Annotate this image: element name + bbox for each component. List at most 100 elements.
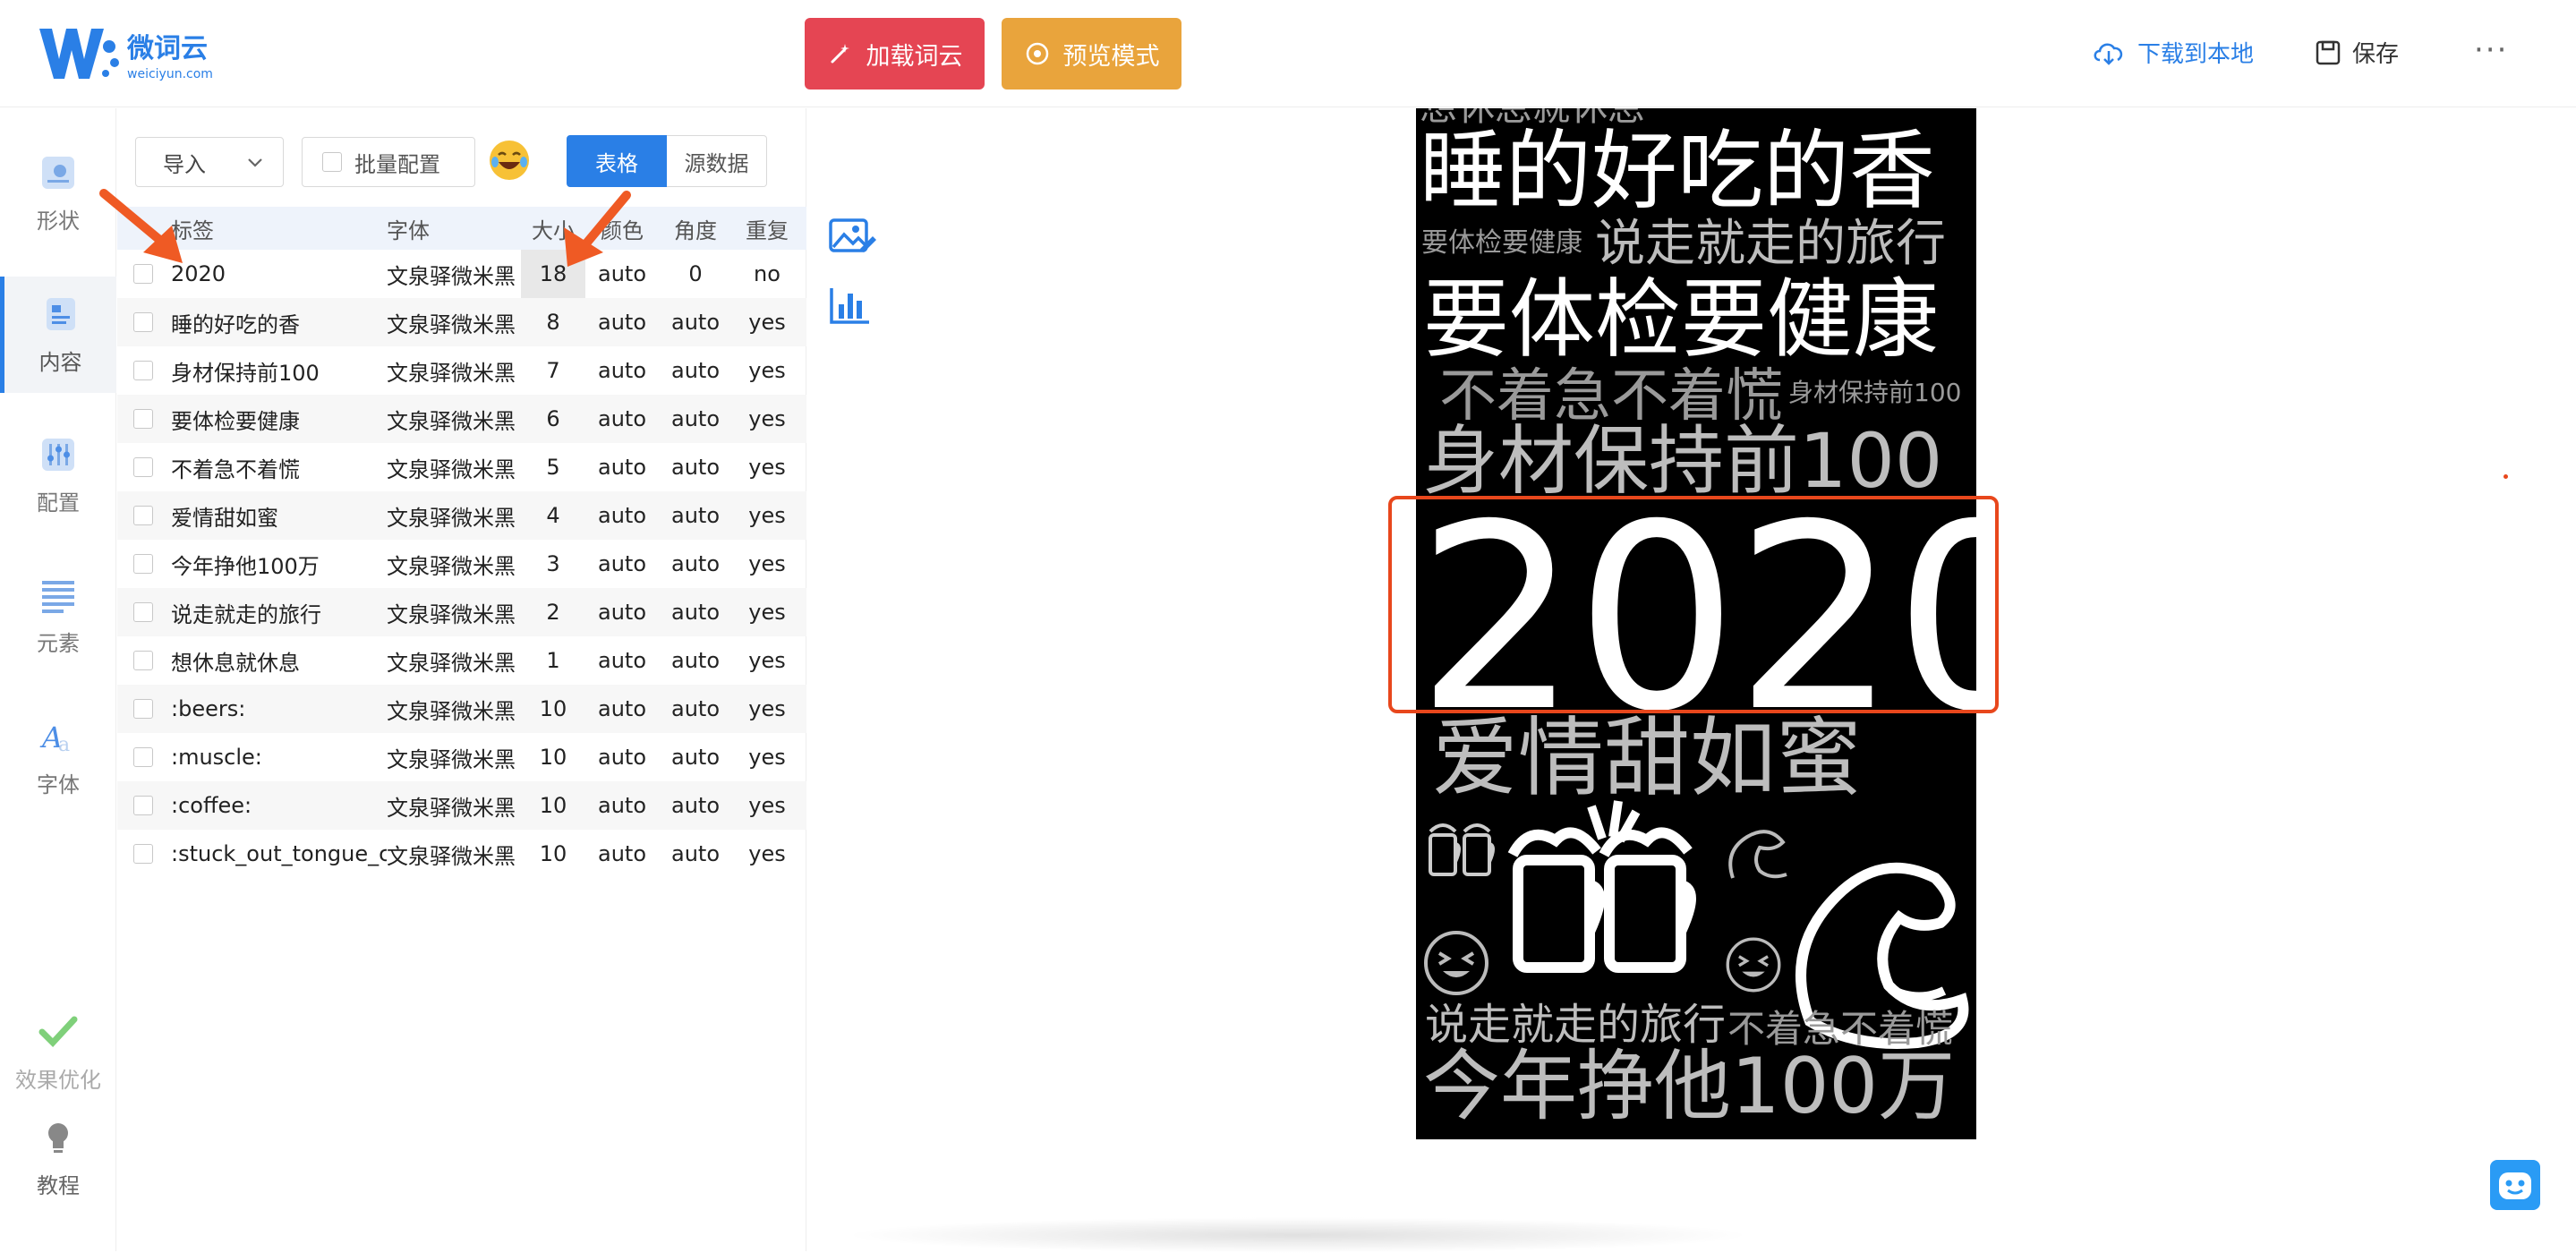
tab-source-data[interactable]: 源数据 xyxy=(667,135,767,187)
cell-size[interactable]: 8 xyxy=(521,298,585,346)
cell-angle[interactable]: auto xyxy=(659,503,732,528)
cell-size[interactable]: 1 xyxy=(521,636,585,685)
tears-of-joy-emoji-icon[interactable] xyxy=(490,141,529,180)
column-header-label[interactable]: 标签 xyxy=(169,213,387,244)
cell-font[interactable]: 文泉驿微米黑 xyxy=(387,790,521,822)
cell-color[interactable]: auto xyxy=(585,406,659,431)
cell-color[interactable]: auto xyxy=(585,793,659,818)
cell-angle[interactable]: auto xyxy=(659,406,732,431)
checkbox[interactable] xyxy=(133,409,153,429)
cell-angle[interactable]: auto xyxy=(659,745,732,770)
row-checkbox[interactable] xyxy=(117,747,169,767)
table-row[interactable]: :stuck_out_tongue_closed_eyes:文泉驿微米黑10au… xyxy=(117,830,806,878)
checkbox[interactable] xyxy=(133,747,153,767)
cell-angle[interactable]: auto xyxy=(659,551,732,576)
cell-label[interactable]: 身材保持前100 xyxy=(169,355,387,387)
row-checkbox[interactable] xyxy=(117,506,169,525)
cell-font[interactable]: 文泉驿微米黑 xyxy=(387,742,521,773)
cell-repeat[interactable]: yes xyxy=(732,551,802,576)
cell-angle[interactable]: auto xyxy=(659,793,732,818)
cell-color[interactable]: auto xyxy=(585,455,659,480)
row-checkbox[interactable] xyxy=(117,457,169,477)
row-checkbox[interactable] xyxy=(117,312,169,332)
table-row[interactable]: :coffee: 文泉驿微米黑 10 auto auto yes xyxy=(117,781,806,830)
logo[interactable]: 微词云 weiciyun.com xyxy=(36,23,213,84)
cell-angle[interactable]: auto xyxy=(659,600,732,625)
checkbox[interactable] xyxy=(133,602,153,622)
image-upload-icon[interactable] xyxy=(828,215,876,258)
cell-repeat[interactable]: no xyxy=(732,261,802,286)
cell-label[interactable]: 睡的好吃的香 xyxy=(169,307,387,338)
cell-angle[interactable]: auto xyxy=(659,310,732,335)
cell-repeat[interactable]: yes xyxy=(732,406,802,431)
table-row[interactable]: 爱情甜如蜜 文泉驿微米黑 4 auto auto yes xyxy=(117,491,806,540)
cell-color[interactable]: auto xyxy=(585,600,659,625)
cell-label[interactable]: 今年挣他100万 xyxy=(169,549,387,580)
row-checkbox[interactable] xyxy=(117,796,169,815)
tutorial-button[interactable]: 教程 xyxy=(0,1109,116,1207)
cell-repeat[interactable]: yes xyxy=(732,455,802,480)
cell-repeat[interactable]: yes xyxy=(732,793,802,818)
sidebar-item-font[interactable]: Aa 字体 xyxy=(0,699,116,815)
cell-size[interactable]: 6 xyxy=(521,395,585,443)
cell-font[interactable]: 文泉驿微米黑 xyxy=(387,452,521,483)
cell-font[interactable]: 文泉驿微米黑 xyxy=(387,839,521,870)
cell-label[interactable]: :coffee: xyxy=(169,793,387,818)
cell-font[interactable]: 文泉驿微米黑 xyxy=(387,404,521,435)
cell-color[interactable]: auto xyxy=(585,358,659,383)
cell-color[interactable]: auto xyxy=(585,310,659,335)
cell-repeat[interactable]: yes xyxy=(732,358,802,383)
cell-font[interactable]: 文泉驿微米黑 xyxy=(387,307,521,338)
checkbox[interactable] xyxy=(133,457,153,477)
table-row[interactable]: 睡的好吃的香 文泉驿微米黑 8 auto auto yes xyxy=(117,298,806,346)
cell-color[interactable]: auto xyxy=(585,648,659,673)
table-row[interactable]: :muscle: 文泉驿微米黑 10 auto auto yes xyxy=(117,733,806,781)
sidebar-item-content[interactable]: 内容 xyxy=(0,277,116,393)
cell-angle[interactable]: auto xyxy=(659,648,732,673)
cell-repeat[interactable]: yes xyxy=(732,648,802,673)
cell-size[interactable]: 2 xyxy=(521,588,585,636)
sidebar-item-elements[interactable]: 元素 xyxy=(0,558,116,674)
cell-font[interactable]: 文泉驿微米黑 xyxy=(387,500,521,532)
import-select[interactable]: 导入 xyxy=(135,137,284,187)
cell-label[interactable]: 不着急不着慌 xyxy=(169,452,387,483)
cell-size[interactable]: 10 xyxy=(521,781,585,830)
cell-font[interactable]: 文泉驿微米黑 xyxy=(387,645,521,677)
cell-color[interactable]: auto xyxy=(585,696,659,721)
cell-repeat[interactable]: yes xyxy=(732,841,802,866)
table-row[interactable]: 不着急不着慌 文泉驿微米黑 5 auto auto yes xyxy=(117,443,806,491)
cell-size[interactable]: 3 xyxy=(521,540,585,588)
cell-color[interactable]: auto xyxy=(585,745,659,770)
sidebar-item-settings[interactable]: 配置 xyxy=(0,417,116,533)
optimize-effect-button[interactable]: 效果优化 xyxy=(0,1003,116,1102)
cell-repeat[interactable]: yes xyxy=(732,745,802,770)
cell-font[interactable]: 文泉驿微米黑 xyxy=(387,549,521,580)
column-header-angle[interactable]: 角度 xyxy=(659,213,732,244)
table-row[interactable]: 身材保持前100 文泉驿微米黑 7 auto auto yes xyxy=(117,346,806,395)
row-checkbox[interactable] xyxy=(117,844,169,864)
batch-checkbox-box[interactable] xyxy=(322,152,342,172)
checkbox[interactable] xyxy=(133,554,153,574)
checkbox[interactable] xyxy=(133,699,153,719)
cell-font[interactable]: 文泉驿微米黑 xyxy=(387,694,521,725)
checkbox[interactable] xyxy=(133,506,153,525)
cell-angle[interactable]: auto xyxy=(659,696,732,721)
cell-repeat[interactable]: yes xyxy=(732,503,802,528)
table-row[interactable]: :beers: 文泉驿微米黑 10 auto auto yes xyxy=(117,685,806,733)
row-checkbox[interactable] xyxy=(117,699,169,719)
cell-label[interactable]: :stuck_out_tongue_closed_eyes: xyxy=(169,841,387,866)
cell-repeat[interactable]: yes xyxy=(732,696,802,721)
cell-angle[interactable]: auto xyxy=(659,841,732,866)
tab-table[interactable]: 表格 xyxy=(567,135,667,187)
download-link[interactable]: 下载到本地 xyxy=(2091,36,2254,69)
more-menu-button[interactable]: ··· xyxy=(2474,32,2508,68)
bar-chart-icon[interactable] xyxy=(828,285,873,326)
cell-size[interactable]: 5 xyxy=(521,443,585,491)
row-checkbox[interactable] xyxy=(117,409,169,429)
cell-label[interactable]: 想休息就休息 xyxy=(169,645,387,677)
cell-angle[interactable]: auto xyxy=(659,358,732,383)
batch-config-checkbox[interactable]: 批量配置 xyxy=(302,137,475,187)
table-row[interactable]: 想休息就休息 文泉驿微米黑 1 auto auto yes xyxy=(117,636,806,685)
cell-label[interactable]: :beers: xyxy=(169,696,387,721)
cell-repeat[interactable]: yes xyxy=(732,310,802,335)
